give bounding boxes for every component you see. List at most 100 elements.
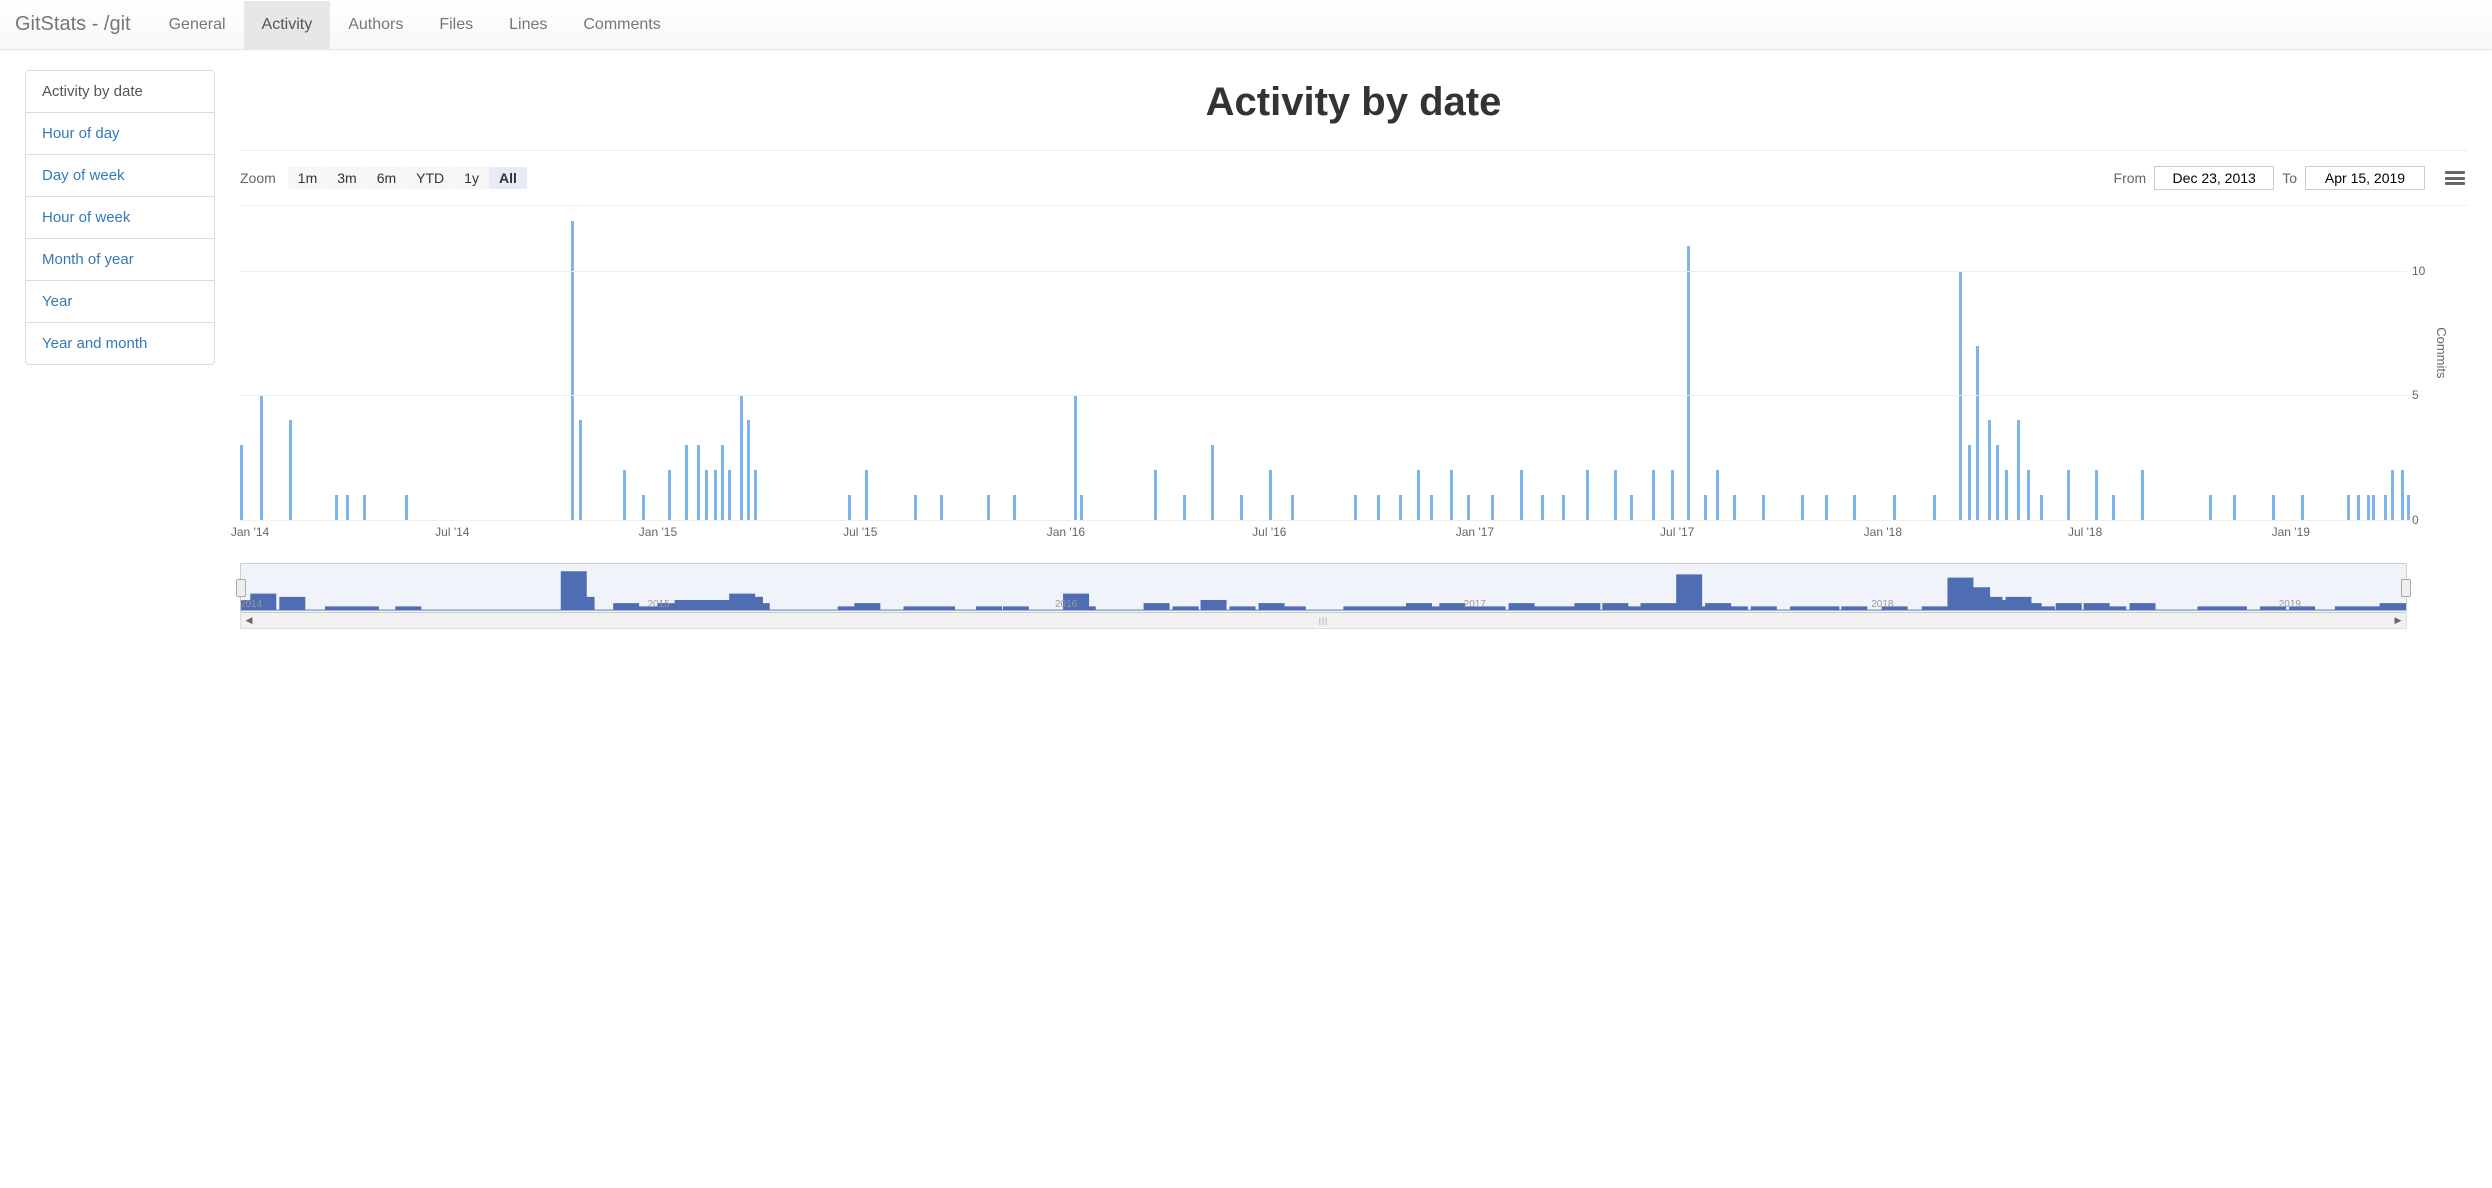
nav-tab-general[interactable]: General: [151, 1, 244, 49]
bar[interactable]: [2367, 495, 2370, 520]
bar[interactable]: [1183, 495, 1186, 520]
chart-menu-icon[interactable]: [2443, 168, 2467, 188]
from-date-input[interactable]: [2154, 166, 2274, 190]
bar[interactable]: [1933, 495, 1936, 520]
scroll-right-icon[interactable]: ▶: [2390, 615, 2406, 626]
zoom-1m[interactable]: 1m: [288, 167, 327, 189]
bar[interactable]: [1013, 495, 1016, 520]
bar[interactable]: [1614, 470, 1617, 520]
navigator-scrollbar[interactable]: ◀ ||| ▶: [240, 613, 2407, 629]
bar[interactable]: [2233, 495, 2236, 520]
bar[interactable]: [848, 495, 851, 520]
bar[interactable]: [2040, 495, 2043, 520]
bar[interactable]: [1074, 395, 1077, 520]
bar[interactable]: [2095, 470, 2098, 520]
navigator[interactable]: 201420152016201720182019: [240, 563, 2407, 613]
sidebar-item-hour-of-day[interactable]: Hour of day: [26, 113, 214, 155]
bar[interactable]: [1704, 495, 1707, 520]
bar[interactable]: [1988, 420, 1991, 520]
zoom-6m[interactable]: 6m: [367, 167, 406, 189]
bar[interactable]: [747, 420, 750, 520]
bar[interactable]: [1080, 495, 1083, 520]
nav-tab-files[interactable]: Files: [421, 1, 491, 49]
zoom-ytd[interactable]: YTD: [406, 167, 454, 189]
nav-tab-authors[interactable]: Authors: [330, 1, 421, 49]
nav-tab-comments[interactable]: Comments: [565, 1, 678, 49]
zoom-1y[interactable]: 1y: [454, 167, 489, 189]
brand[interactable]: GitStats - /git: [15, 13, 131, 36]
sidebar-item-month-of-year[interactable]: Month of year: [26, 239, 214, 281]
sidebar-item-day-of-week[interactable]: Day of week: [26, 155, 214, 197]
bar[interactable]: [987, 495, 990, 520]
bar[interactable]: [1825, 495, 1828, 520]
bar[interactable]: [940, 495, 943, 520]
bar[interactable]: [1968, 445, 1971, 520]
bar[interactable]: [1630, 495, 1633, 520]
bar[interactable]: [346, 495, 349, 520]
bar[interactable]: [1354, 495, 1357, 520]
bar[interactable]: [1976, 346, 1979, 520]
bar[interactable]: [2027, 470, 2030, 520]
bar[interactable]: [1996, 445, 1999, 520]
bar[interactable]: [705, 470, 708, 520]
bar[interactable]: [2347, 495, 2350, 520]
bar[interactable]: [1399, 495, 1402, 520]
bar[interactable]: [642, 495, 645, 520]
bar[interactable]: [2357, 495, 2360, 520]
navigator-handle-right[interactable]: [2401, 579, 2411, 597]
bar[interactable]: [1671, 470, 1674, 520]
bar[interactable]: [2407, 495, 2410, 520]
bar[interactable]: [1240, 495, 1243, 520]
bar[interactable]: [865, 470, 868, 520]
bar[interactable]: [571, 221, 574, 520]
bar[interactable]: [1762, 495, 1765, 520]
bar[interactable]: [2301, 495, 2304, 520]
bar[interactable]: [2391, 470, 2394, 520]
bar[interactable]: [2209, 495, 2212, 520]
bar[interactable]: [1541, 495, 1544, 520]
bar[interactable]: [1430, 495, 1433, 520]
bar[interactable]: [1211, 445, 1214, 520]
bar[interactable]: [623, 470, 626, 520]
bar[interactable]: [2005, 470, 2008, 520]
bar[interactable]: [740, 395, 743, 520]
bar[interactable]: [1269, 470, 1272, 520]
navigator-handle-left[interactable]: [236, 579, 246, 597]
scroll-left-icon[interactable]: ◀: [241, 615, 257, 626]
bar[interactable]: [1520, 470, 1523, 520]
bar[interactable]: [2067, 470, 2070, 520]
bar[interactable]: [2272, 495, 2275, 520]
nav-tab-activity[interactable]: Activity: [244, 1, 331, 49]
bar[interactable]: [1377, 495, 1380, 520]
to-date-input[interactable]: [2305, 166, 2425, 190]
bar[interactable]: [289, 420, 292, 520]
bar[interactable]: [240, 445, 243, 520]
bar[interactable]: [405, 495, 408, 520]
bar[interactable]: [1417, 470, 1420, 520]
sidebar-item-year[interactable]: Year: [26, 281, 214, 323]
bar[interactable]: [1801, 495, 1804, 520]
sidebar-item-activity-by-date[interactable]: Activity by date: [26, 71, 214, 113]
bar[interactable]: [754, 470, 757, 520]
bar[interactable]: [2372, 495, 2375, 520]
zoom-3m[interactable]: 3m: [327, 167, 366, 189]
bar[interactable]: [1652, 470, 1655, 520]
chart[interactable]: 0510 Commits: [240, 221, 2407, 521]
bar[interactable]: [2017, 420, 2020, 520]
bar[interactable]: [260, 395, 263, 520]
bar[interactable]: [1291, 495, 1294, 520]
bar[interactable]: [1450, 470, 1453, 520]
nav-tab-lines[interactable]: Lines: [491, 1, 565, 49]
zoom-all[interactable]: All: [489, 167, 527, 189]
bar[interactable]: [2141, 470, 2144, 520]
bar[interactable]: [335, 495, 338, 520]
bar[interactable]: [728, 470, 731, 520]
bar[interactable]: [363, 495, 366, 520]
bar[interactable]: [668, 470, 671, 520]
bar[interactable]: [1687, 246, 1690, 520]
bar[interactable]: [1586, 470, 1589, 520]
bar[interactable]: [1467, 495, 1470, 520]
bar[interactable]: [714, 470, 717, 520]
bar[interactable]: [1893, 495, 1896, 520]
bar[interactable]: [685, 445, 688, 520]
